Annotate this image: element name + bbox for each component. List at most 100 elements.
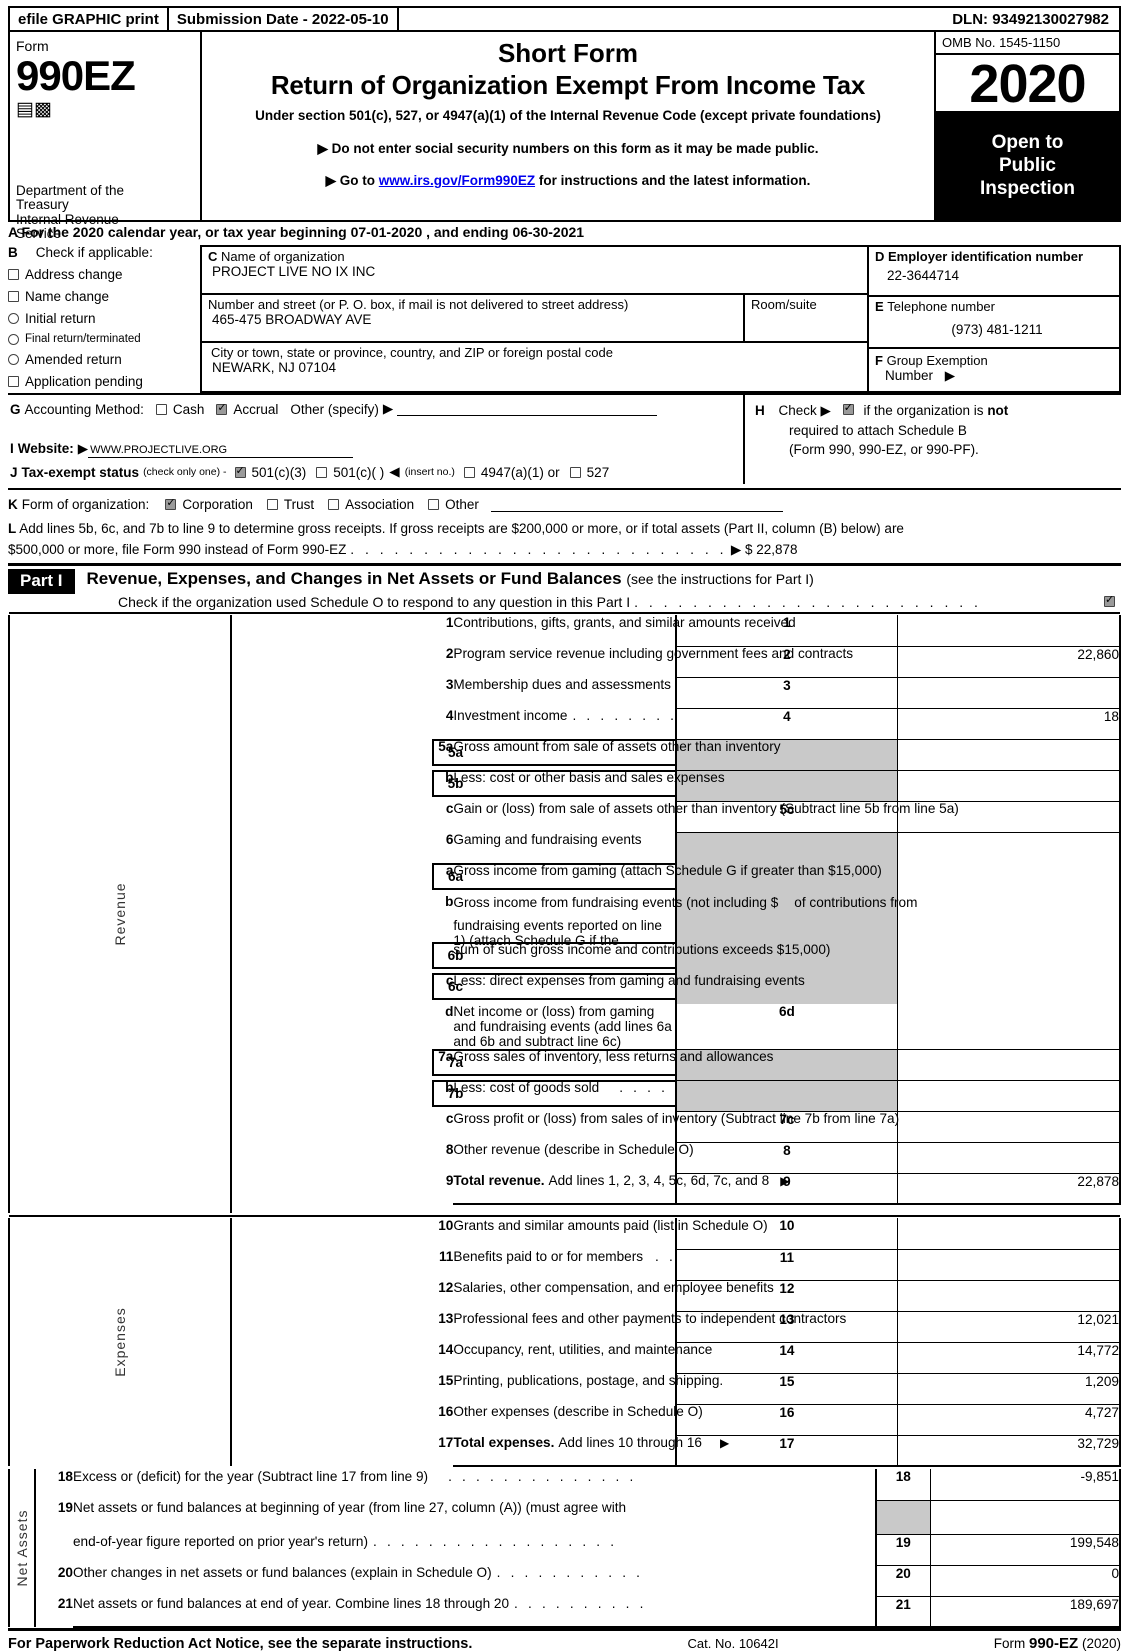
checkbox-final-return-terminated[interactable]: Final return/terminated xyxy=(8,333,200,345)
checkbox-other-org[interactable] xyxy=(428,499,440,510)
line-description: Membership dues and assessments. . . . .… xyxy=(453,677,671,693)
section-h-letter: H xyxy=(755,403,765,418)
line-description-cont2: sum of such gross income and contributio… xyxy=(431,942,830,973)
line-number: 6 xyxy=(445,832,454,848)
other-org-input[interactable] xyxy=(490,498,783,512)
tax-year: 2020 xyxy=(936,55,1119,113)
checkbox-square-icon[interactable] xyxy=(8,376,19,387)
line-box: 11 xyxy=(674,1249,899,1281)
omb-year-block: OMB No. 1545-1150 2020 Open to Public In… xyxy=(936,32,1119,220)
line-description: Printing, publications, postage, and shi… xyxy=(453,1373,724,1389)
line-description: Net assets or fund balances at beginning… xyxy=(73,1500,627,1516)
checkbox-round-icon[interactable] xyxy=(8,354,19,365)
cash-label: Cash xyxy=(172,401,205,417)
line-number: 16 xyxy=(438,1404,454,1420)
checkbox-cash[interactable] xyxy=(155,403,167,415)
line-a-tax-year: A For the 2020 calendar year, or tax yea… xyxy=(8,224,1121,244)
section-c-address-block: C Name of organization PROJECT LIVE NO I… xyxy=(200,245,869,393)
org-name-label: Name of organization xyxy=(221,249,345,264)
checkbox-corporation[interactable] xyxy=(165,496,177,510)
table-row: Net Assets 18 Excess or (deficit) for th… xyxy=(8,1469,1121,1628)
street-value: 465-475 BROADWAY AVE xyxy=(212,312,372,327)
section-l-letter: L xyxy=(8,521,17,536)
section-h-check-label: Check xyxy=(778,403,817,418)
line-description: Program service revenue including govern… xyxy=(453,646,854,662)
line-number: b xyxy=(445,1080,454,1096)
footer-form-id: Form 990-EZ (2020) xyxy=(994,1635,1121,1652)
line-amount xyxy=(897,832,1122,864)
checkbox-schedule-b[interactable] xyxy=(842,401,854,417)
net-assets-section-label: Net Assets xyxy=(8,1469,36,1628)
checkbox-square-icon[interactable] xyxy=(8,269,19,280)
section-h-schedule-b: H Check ▶ if the organization is not req… xyxy=(745,395,1121,484)
checkbox-label: Application pending xyxy=(25,374,143,389)
checkbox-amended-return[interactable]: Amended return xyxy=(8,352,200,367)
checkbox-square-icon[interactable] xyxy=(8,291,19,302)
checkbox-accrual[interactable] xyxy=(216,401,228,415)
sub-line-value xyxy=(477,863,675,891)
checkbox-round-icon[interactable] xyxy=(8,313,19,324)
section-l-text2: $500,000 or more, file Form 990 instead … xyxy=(8,541,347,557)
line-number: 9 xyxy=(445,1173,454,1189)
line-description: Contributions, gifts, grants, and simila… xyxy=(453,615,796,631)
net-assets-table: Net Assets 18 Excess or (deficit) for th… xyxy=(8,1469,1121,1629)
label-527: 527 xyxy=(586,464,610,480)
line-description: Other changes in net assets or fund bala… xyxy=(73,1565,644,1581)
line-number: 12 xyxy=(438,1280,454,1296)
section-j-tax-exempt-status: J Tax-exempt status (check only one) - 5… xyxy=(10,464,743,480)
other-specify-input[interactable] xyxy=(397,402,658,416)
line-description: Grants and similar amounts paid (list in… xyxy=(453,1218,768,1234)
line-description: Gross income from gaming (attach Schedul… xyxy=(431,863,882,894)
website-value[interactable]: WWW.PROJECTLIVE.ORG xyxy=(88,444,354,458)
part1-tag: Part I xyxy=(8,569,75,595)
section-h-line3: (Form 990, 990-EZ, or 990-PF). xyxy=(789,442,979,458)
line-number: d xyxy=(445,1004,454,1020)
checkbox-501c3[interactable] xyxy=(234,464,246,478)
checkbox-501c[interactable] xyxy=(316,466,328,478)
catalog-number: Cat. No. 10642I xyxy=(687,1636,779,1652)
line-number: 4 xyxy=(445,708,454,724)
department-line-1: Department of the xyxy=(16,182,125,198)
checkbox-part1-schedule-o[interactable] xyxy=(1104,593,1115,608)
checkbox-application-pending[interactable]: Application pending xyxy=(8,374,200,389)
efile-header-bar: efile GRAPHIC print Submission Date - 20… xyxy=(8,6,1121,32)
arrow-right-icon-g: ▶ xyxy=(382,401,394,416)
sub-line-value xyxy=(477,1049,675,1077)
form-title-block: Short Form Return of Organization Exempt… xyxy=(202,32,936,220)
insert-no-note: (insert no.) xyxy=(404,466,455,478)
checkbox-4947a1[interactable] xyxy=(463,466,475,478)
section-d-letter: D xyxy=(875,249,885,264)
group-exemption-label: Group Exemption xyxy=(886,353,988,368)
line-number: 3 xyxy=(445,677,454,693)
checkbox-trust[interactable] xyxy=(266,499,278,510)
table-row: 19 Net assets or fund balances at beginn… xyxy=(9,1500,1121,1535)
checkbox-name-change[interactable]: Name change xyxy=(8,289,200,304)
line-number: c xyxy=(445,973,454,989)
line-amount xyxy=(897,615,1122,647)
checkbox-527[interactable] xyxy=(569,466,581,478)
section-h-not: not xyxy=(987,403,1009,418)
line-amount xyxy=(897,1080,1122,1112)
irs-form990ez-link[interactable]: www.irs.gov/Form990EZ xyxy=(379,173,535,188)
line-description: Other expenses (describe in Schedule O).… xyxy=(453,1404,703,1420)
line-number: 7a xyxy=(438,1049,454,1065)
checkbox-round-icon[interactable] xyxy=(8,333,19,345)
line-number: 2 xyxy=(445,646,454,662)
checkbox-initial-return[interactable]: Initial return xyxy=(8,311,200,326)
line-description: Benefits paid to or for members. . . . .… xyxy=(453,1249,674,1265)
line-number: 8 xyxy=(445,1142,454,1158)
checkbox-address-change[interactable]: Address change xyxy=(8,267,200,282)
line-number: a xyxy=(445,863,454,879)
part1-title-note: (see the instructions for Part I) xyxy=(626,571,814,588)
goto-instruction: ▶ Go to www.irs.gov/Form990EZ for instru… xyxy=(202,173,934,189)
group-exemption-number-label: Number xyxy=(885,368,934,383)
arrow-right-icon-row17: ▶ xyxy=(719,1436,730,1451)
line-number: c xyxy=(445,1111,454,1127)
line-description: Net assets or fund balances at end of ye… xyxy=(73,1596,876,1629)
expenses-table: Expenses 10 Grants and similar amounts p… xyxy=(7,1215,1122,1468)
checkbox-association[interactable] xyxy=(328,499,340,510)
line-description: Professional fees and other payments to … xyxy=(453,1311,847,1327)
line-box: 20 xyxy=(875,1565,931,1597)
line-amount: 1,209 xyxy=(897,1373,1122,1405)
checkbox-label: Address change xyxy=(25,267,123,282)
